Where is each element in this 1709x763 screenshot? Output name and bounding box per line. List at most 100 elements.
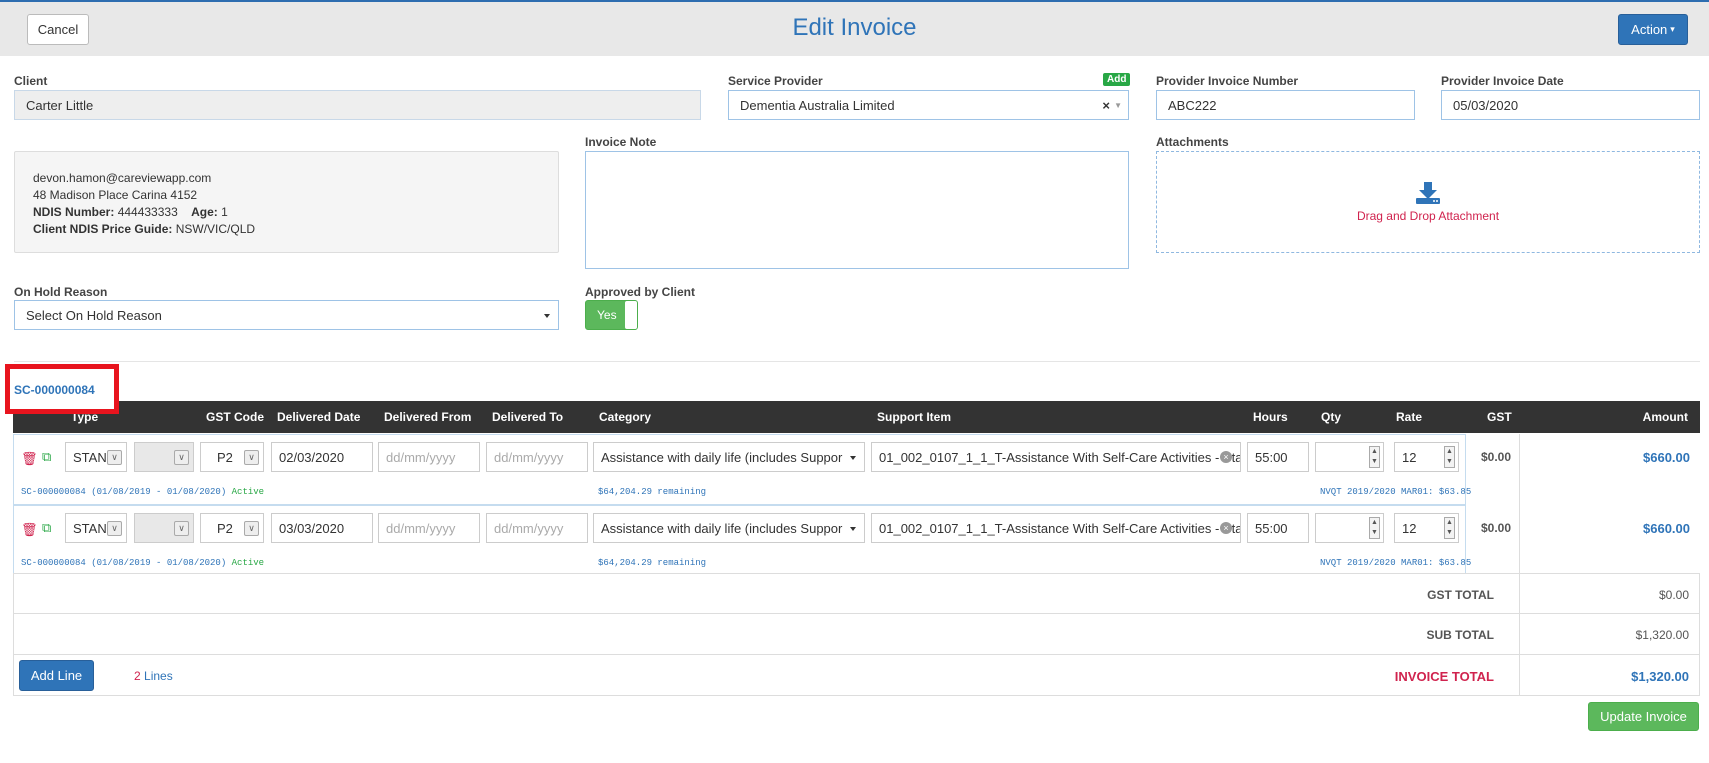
contract-status: Active: [231, 487, 265, 497]
gst-total-value: $0.00: [1658, 588, 1689, 602]
ndis-number-label: NDIS Number:: [33, 205, 115, 219]
delivered-from-input[interactable]: dd/mm/yyyy: [378, 442, 480, 472]
client-label: Client: [14, 74, 48, 88]
hours-input[interactable]: 55:00: [1247, 442, 1309, 472]
divider: [14, 361, 1700, 362]
copy-icon[interactable]: ⧉: [42, 449, 51, 465]
col-delivered-to: Delivered To: [492, 410, 564, 424]
service-provider-value: Dementia Australia Limited: [740, 97, 895, 113]
delivered-to-input[interactable]: dd/mm/yyyy: [486, 442, 588, 472]
gst-total-label: GST TOTAL: [1427, 588, 1494, 602]
toggle-knob: [625, 301, 637, 329]
chevron-down-icon: ∨: [174, 521, 189, 536]
client-info-panel: devon.hamon@careviewapp.com 48 Madison P…: [14, 151, 559, 253]
stepper-icon[interactable]: ▲ ▼: [1444, 446, 1455, 468]
delivered-date-input[interactable]: 02/03/2020: [271, 442, 373, 472]
category-select[interactable]: Assistance with daily life (includes Sup…: [593, 442, 865, 472]
price-guide-value: NSW/VIC/QLD: [175, 222, 256, 236]
delivered-to-input[interactable]: dd/mm/yyyy: [486, 513, 588, 543]
gst-code-select[interactable]: P2 ∨: [200, 513, 264, 543]
support-item-value: 01_002_0107_1_1_T-Assistance With Self-C…: [879, 449, 1241, 465]
service-contract-link[interactable]: SC-000000084: [14, 383, 95, 397]
col-qty: Qty: [1321, 410, 1342, 424]
col-gst-code: GST Code: [206, 410, 265, 424]
provider-invoice-date-input[interactable]: 05/03/2020: [1441, 90, 1700, 120]
col-gst: GST: [1487, 410, 1512, 424]
col-delivered-from: Delivered From: [384, 410, 472, 424]
sub-total-label: SUB TOTAL: [1426, 628, 1494, 642]
col-delivered-date: Delivered Date: [277, 410, 361, 424]
lines-count: 2 Lines: [134, 669, 173, 683]
action-label: Action: [1631, 22, 1668, 37]
row-gst-value: $0.00: [1481, 521, 1512, 535]
chevron-down-icon: ∨: [107, 450, 122, 465]
add-line-button[interactable]: Add Line: [19, 660, 94, 691]
add-provider-badge[interactable]: Add: [1103, 73, 1131, 86]
qty-input[interactable]: ▲ ▼: [1315, 442, 1384, 472]
delete-icon[interactable]: 🗑: [21, 522, 38, 538]
stepper-icon[interactable]: ▲ ▼: [1369, 446, 1380, 468]
amount-separator: [1519, 434, 1520, 574]
caret-down-icon: [850, 456, 856, 460]
qty-input[interactable]: ▲ ▼: [1315, 513, 1384, 543]
row-amount-value: $660.00: [1643, 521, 1690, 536]
gst-total-row: GST TOTAL $0.00: [13, 573, 1700, 614]
provider-invoice-number-input[interactable]: ABC222: [1156, 90, 1415, 120]
stepper-icon[interactable]: ▲ ▼: [1369, 517, 1380, 539]
approved-value: Yes: [597, 308, 617, 322]
chevron-down-icon: ▼: [1114, 100, 1122, 110]
rate-input[interactable]: 12 ▲ ▼: [1394, 513, 1459, 543]
action-dropdown-button[interactable]: Action ▾: [1618, 14, 1688, 45]
price-guide-line: Client NDIS Price Guide: NSW/VIC/QLD: [33, 221, 255, 238]
row-amount-value: $660.00: [1643, 450, 1690, 465]
row-gst-value: $0.00: [1481, 450, 1512, 464]
clear-icon[interactable]: ×: [1220, 451, 1232, 463]
stepper-icon[interactable]: ▲ ▼: [1444, 517, 1455, 539]
category-value: Assistance with daily life (includes Sup…: [601, 520, 843, 536]
category-value: Assistance with daily life (includes Sup…: [601, 449, 843, 465]
sub-total-value: $1,320.00: [1635, 628, 1689, 642]
service-provider-select[interactable]: Dementia Australia Limited × ▼: [728, 90, 1129, 120]
type-select[interactable]: STAND ∨: [65, 513, 127, 543]
invoice-note-label: Invoice Note: [585, 135, 657, 149]
delivered-date-input[interactable]: 03/03/2020: [271, 513, 373, 543]
row-contract-info: SC-000000084 (01/08/2019 - 01/08/2020) A…: [21, 487, 264, 497]
lines-number: 2: [134, 669, 141, 683]
support-item-select[interactable]: 01_002_0107_1_1_T-Assistance With Self-C…: [871, 442, 1241, 472]
type-select[interactable]: STAND ∨: [65, 442, 127, 472]
provider-invoice-number-label: Provider Invoice Number: [1156, 74, 1299, 88]
contract-text: SC-000000084 (01/08/2019 - 01/08/2020): [21, 558, 227, 568]
support-item-select[interactable]: 01_002_0107_1_1_T-Assistance With Self-C…: [871, 513, 1241, 543]
attachment-dropzone[interactable]: Drag and Drop Attachment: [1156, 151, 1700, 253]
price-guide-label: Client NDIS Price Guide:: [33, 222, 173, 236]
on-hold-reason-select[interactable]: Select On Hold Reason: [14, 300, 559, 330]
on-hold-reason-value: Select On Hold Reason: [26, 307, 162, 323]
line-items-header: Type GST Code Delivered Date Delivered F…: [13, 401, 1700, 433]
lines-label: Lines: [144, 669, 173, 683]
client-field[interactable]: Carter Little: [14, 90, 701, 120]
chevron-down-icon: ∨: [244, 450, 259, 465]
clear-icon[interactable]: ×: [1220, 522, 1232, 534]
client-ndis-line: NDIS Number: 444433333 Age: 1: [33, 204, 255, 221]
sub-type-select[interactable]: ∨: [134, 442, 194, 472]
rate-input[interactable]: 12 ▲ ▼: [1394, 442, 1459, 472]
approved-toggle[interactable]: Yes: [585, 300, 638, 330]
caret-down-icon: [850, 527, 856, 531]
page-title: Edit Invoice: [792, 14, 917, 41]
clear-icon[interactable]: ×: [1102, 98, 1110, 113]
delete-icon[interactable]: 🗑: [21, 451, 38, 467]
delivered-from-input[interactable]: dd/mm/yyyy: [378, 513, 480, 543]
sub-type-select[interactable]: ∨: [134, 513, 194, 543]
sub-total-row: SUB TOTAL $1,320.00: [13, 613, 1700, 655]
age-label: Age:: [191, 205, 218, 219]
row-remaining: $64,204.29 remaining: [598, 558, 707, 568]
chevron-down-icon: ∨: [107, 521, 122, 536]
hours-input[interactable]: 55:00: [1247, 513, 1309, 543]
approved-by-client-label: Approved by Client: [585, 285, 696, 299]
update-invoice-button[interactable]: Update Invoice: [1588, 702, 1699, 731]
gst-code-select[interactable]: P2 ∨: [200, 442, 264, 472]
invoice-note-textarea[interactable]: [585, 151, 1129, 269]
download-icon: [1416, 182, 1440, 204]
category-select[interactable]: Assistance with daily life (includes Sup…: [593, 513, 865, 543]
copy-icon[interactable]: ⧉: [42, 520, 51, 536]
